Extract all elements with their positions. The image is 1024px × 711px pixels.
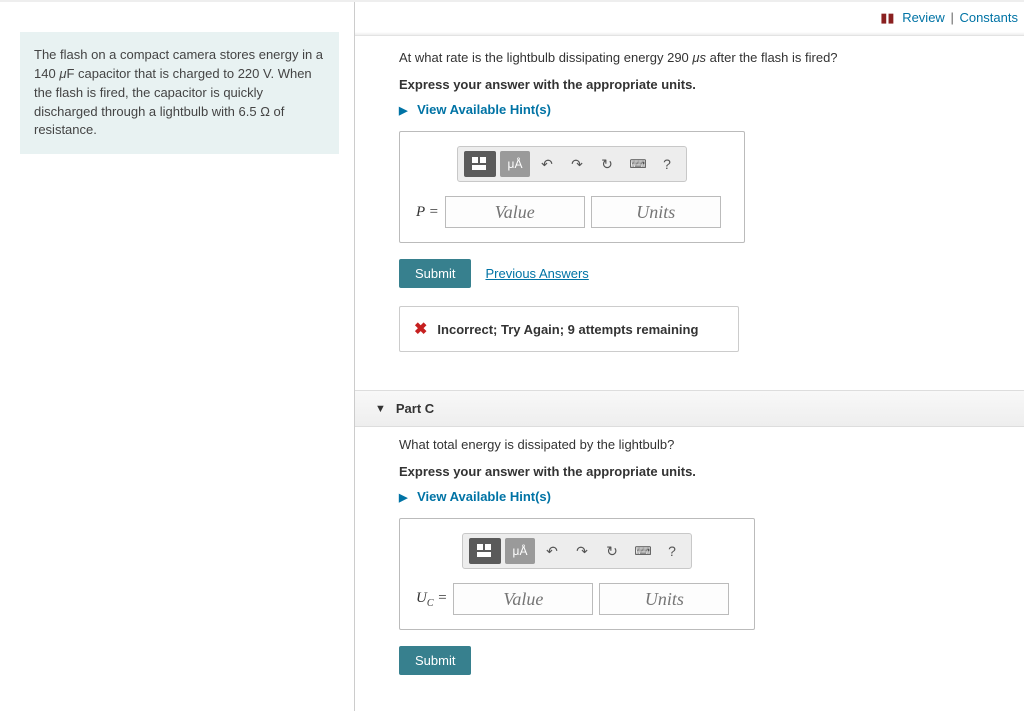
- part-b: At what rate is the lightbulb dissipatin…: [355, 50, 1024, 370]
- reset-icon[interactable]: ↻: [594, 151, 620, 177]
- feedback-text: Incorrect; Try Again; 9 attempts remaini…: [437, 322, 698, 337]
- top-links: ▮▮ Review | Constants: [355, 2, 1024, 32]
- problem-statement: The flash on a compact camera stores ene…: [20, 32, 339, 154]
- part-c-answer-box: μÅ ↶ ↷ ↻ ⌨ ? UC =: [399, 518, 755, 630]
- review-link[interactable]: Review: [902, 10, 945, 25]
- redo-icon[interactable]: ↷: [569, 538, 595, 564]
- part-b-answer-box: μÅ ↶ ↷ ↻ ⌨ ? P =: [399, 131, 745, 243]
- keyboard-icon[interactable]: ⌨: [629, 538, 655, 564]
- undo-icon[interactable]: ↶: [539, 538, 565, 564]
- part-b-question: At what rate is the lightbulb dissipatin…: [399, 50, 1024, 65]
- x-icon: ✖: [414, 319, 427, 339]
- part-b-previous-answers[interactable]: Previous Answers: [485, 266, 588, 281]
- part-c-instruction: Express your answer with the appropriate…: [399, 464, 1024, 479]
- part-c-title: Part C: [396, 401, 434, 416]
- units-button[interactable]: μÅ: [505, 538, 535, 564]
- triangle-down-icon: ▼: [375, 403, 386, 415]
- reset-icon[interactable]: ↻: [599, 538, 625, 564]
- part-b-submit-button[interactable]: Submit: [399, 259, 471, 288]
- divider: [355, 32, 1024, 36]
- help-icon[interactable]: ?: [659, 538, 685, 564]
- part-c-header[interactable]: ▼ Part C: [355, 390, 1024, 427]
- redo-icon[interactable]: ↷: [564, 151, 590, 177]
- part-b-units-input[interactable]: [591, 196, 721, 228]
- units-button[interactable]: μÅ: [500, 151, 530, 177]
- part-b-instruction: Express your answer with the appropriate…: [399, 77, 1024, 92]
- book-icon: ▮▮: [880, 10, 894, 25]
- part-c-variable: UC =: [416, 590, 447, 609]
- part-b-input-row: P =: [414, 196, 730, 228]
- templates-icon[interactable]: [469, 538, 501, 564]
- equation-toolbar: μÅ ↶ ↷ ↻ ⌨ ?: [457, 146, 687, 182]
- keyboard-icon[interactable]: ⌨: [624, 151, 650, 177]
- part-b-hints-toggle[interactable]: ▶ View Available Hint(s): [399, 102, 551, 117]
- part-c-units-input[interactable]: [599, 583, 729, 615]
- templates-icon[interactable]: [464, 151, 496, 177]
- part-b-variable: P =: [416, 204, 439, 221]
- part-c-question: What total energy is dissipated by the l…: [399, 437, 1024, 452]
- part-c-input-row: UC =: [414, 583, 740, 615]
- part-c: What total energy is dissipated by the l…: [355, 437, 1024, 711]
- part-c-submit-button[interactable]: Submit: [399, 646, 471, 675]
- equation-toolbar: μÅ ↶ ↷ ↻ ⌨ ?: [462, 533, 692, 569]
- triangle-right-icon: ▶: [399, 104, 407, 117]
- part-b-value-input[interactable]: [445, 196, 585, 228]
- constants-link[interactable]: Constants: [959, 10, 1018, 25]
- undo-icon[interactable]: ↶: [534, 151, 560, 177]
- separator: |: [950, 10, 953, 25]
- part-b-feedback: ✖ Incorrect; Try Again; 9 attempts remai…: [399, 306, 739, 352]
- part-c-hints-toggle[interactable]: ▶ View Available Hint(s): [399, 489, 551, 504]
- help-icon[interactable]: ?: [654, 151, 680, 177]
- part-c-value-input[interactable]: [453, 583, 593, 615]
- triangle-right-icon: ▶: [399, 491, 407, 504]
